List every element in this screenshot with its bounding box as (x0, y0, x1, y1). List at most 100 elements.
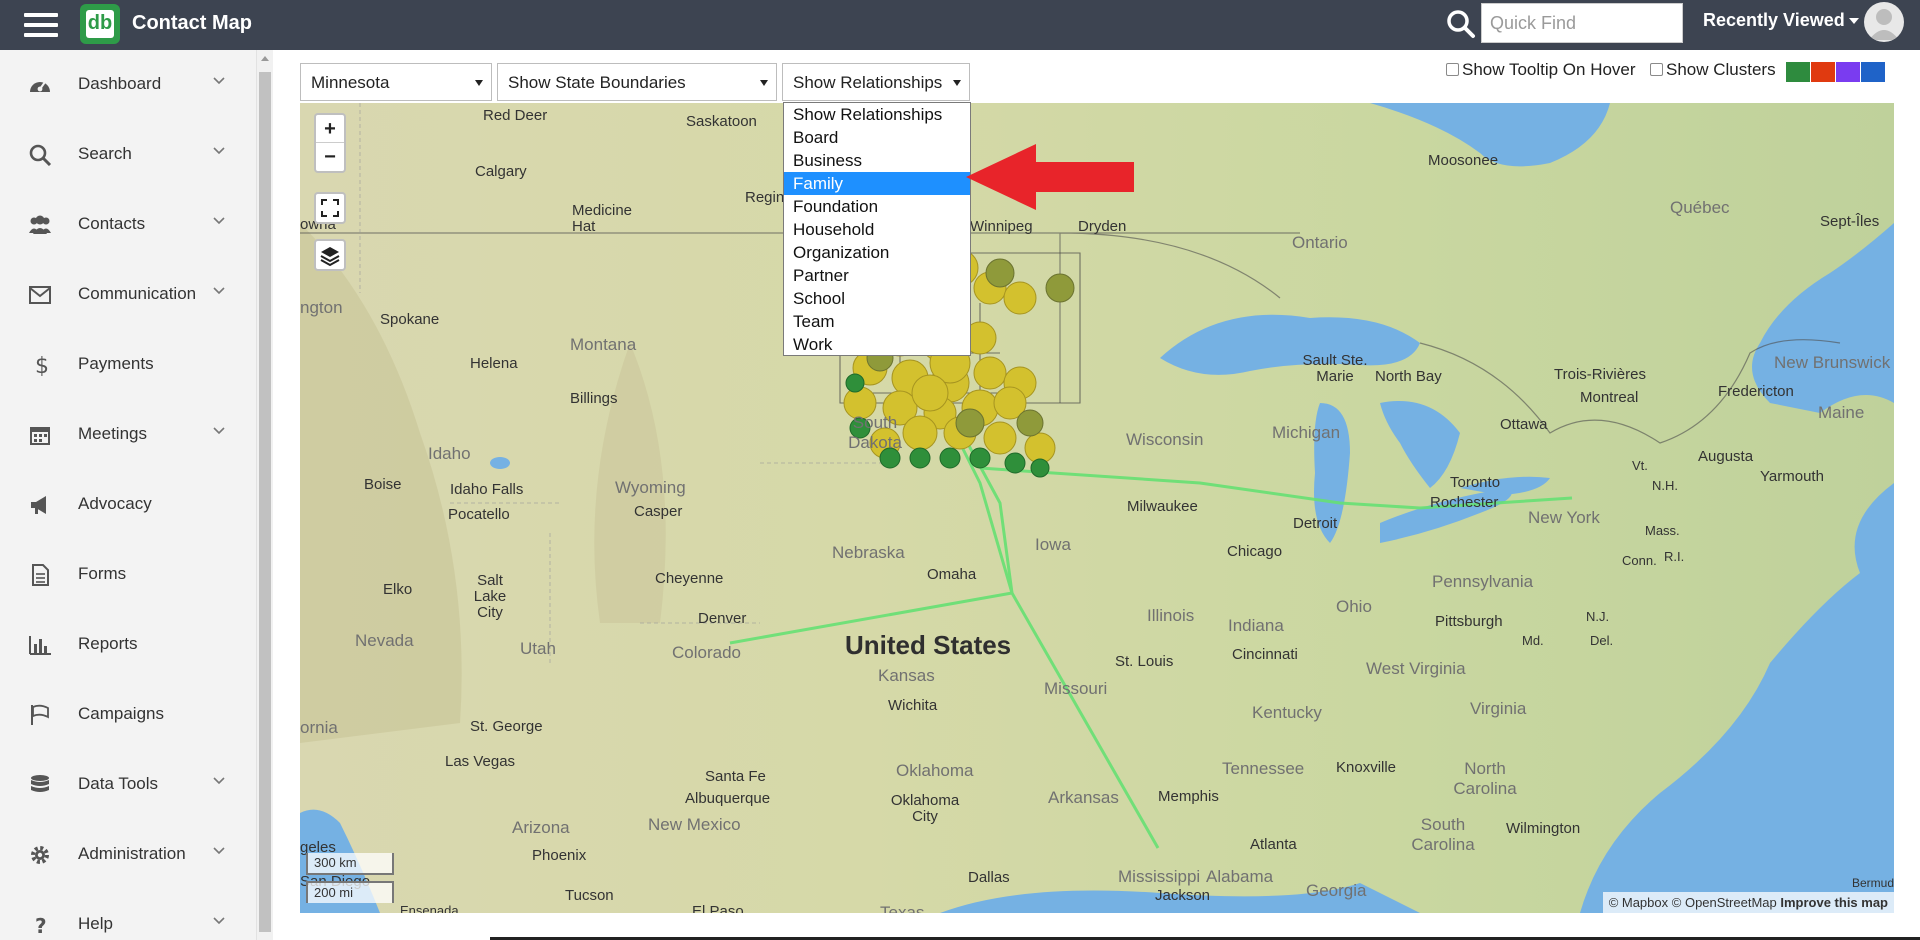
sidebar-item-contacts[interactable]: Contacts (0, 194, 240, 254)
attribution-mapbox-link[interactable]: © Mapbox (1609, 895, 1668, 910)
search-icon (29, 144, 52, 166)
sidebar-item-search[interactable]: Search (0, 124, 240, 184)
dropdown-option-school[interactable]: School (784, 287, 970, 310)
hamburger-menu-icon[interactable] (24, 13, 58, 37)
map-label-georgia: Georgia (1306, 881, 1367, 900)
map-label-pittsburgh: Pittsburgh (1435, 613, 1503, 630)
chevron-down-icon (213, 217, 225, 225)
map-label-wilmington: Wilmington (1506, 820, 1581, 837)
chevron-down-icon (213, 147, 225, 155)
map-label-spokane: Spokane (380, 311, 440, 328)
sidebar-item-data-tools[interactable]: Data Tools (0, 754, 240, 814)
dropdown-option-show-relationships[interactable]: Show Relationships (784, 103, 970, 126)
zoom-out-button[interactable]: − (316, 143, 344, 171)
map-label-sault-ste-marie: Sault Ste. Marie (1302, 352, 1368, 385)
attribution-osm-link[interactable]: © OpenStreetMap (1672, 895, 1777, 910)
map-label-omaha: Omaha (927, 566, 977, 583)
scroll-up-arrow-icon[interactable] (261, 56, 269, 61)
sidebar-item-label: Data Tools (78, 774, 159, 793)
map-label-new-hampshire: N.H. (1652, 478, 1678, 493)
state-select[interactable]: Minnesota (300, 63, 492, 101)
cluster-color-swatch-blue[interactable] (1861, 62, 1885, 82)
sidebar-item-administration[interactable]: Administration (0, 824, 240, 884)
improve-map-link[interactable]: Improve this map (1780, 895, 1888, 910)
dropdown-option-family[interactable]: Family (784, 172, 970, 195)
map-label-new-jersey: N.J. (1586, 609, 1610, 624)
sidebar: Dashboard Search Contacts Communication … (0, 50, 256, 940)
map-label-memphis: Memphis (1158, 788, 1219, 805)
recently-viewed-dropdown[interactable]: Recently Viewed (1703, 10, 1859, 31)
map-label-dallas: Dallas (968, 869, 1010, 886)
map-label-st-louis: St. Louis (1115, 653, 1174, 670)
fullscreen-icon[interactable] (316, 194, 344, 222)
fullscreen-control (314, 192, 346, 224)
svg-text:$: $ (35, 354, 49, 376)
map-label-nevada: Nevada (355, 631, 414, 650)
dropdown-option-partner[interactable]: Partner (784, 264, 970, 287)
sidebar-item-label: Contacts (78, 214, 146, 233)
clusters-checkbox-label: Show Clusters (1666, 60, 1776, 79)
dropdown-option-organization[interactable]: Organization (784, 241, 970, 264)
dropdown-option-board[interactable]: Board (784, 126, 970, 149)
sidebar-item-campaigns[interactable]: Campaigns (0, 684, 240, 744)
clusters-checkbox[interactable] (1650, 63, 1663, 76)
map-label-boise: Boise (364, 476, 402, 493)
map-label-colorado: Colorado (672, 643, 741, 662)
megaphone-icon (31, 496, 46, 514)
chevron-down-icon (213, 847, 225, 855)
cluster-color-swatch-red[interactable] (1811, 62, 1835, 82)
sidebar-item-advocacy[interactable]: Advocacy (0, 474, 240, 534)
map-label-kansas: Kansas (878, 666, 935, 685)
map-label-winnipeg: Winnipeg (970, 218, 1033, 235)
sidebar-item-payments[interactable]: $ Payments (0, 334, 240, 394)
relationships-select[interactable]: Show Relationships (782, 63, 970, 101)
map-label-connecticut: Conn. (1622, 553, 1657, 568)
sidebar-item-meetings[interactable]: Meetings (0, 404, 240, 464)
map-label-maine: Maine (1818, 403, 1865, 422)
scrollbar-thumb[interactable] (259, 72, 271, 932)
app-logo[interactable]: db (80, 4, 120, 44)
sidebar-item-label: Dashboard (78, 74, 162, 93)
chevron-down-icon (213, 777, 225, 785)
user-avatar[interactable] (1864, 2, 1904, 42)
sidebar-item-help[interactable]: ? Help (0, 894, 240, 940)
map-label-regina-partial: Regin (745, 189, 785, 206)
map-label-albuquerque: Albuquerque (685, 790, 771, 807)
sidebar-item-dashboard[interactable]: Dashboard (0, 54, 240, 114)
search-icon[interactable] (1442, 6, 1480, 42)
dropdown-option-work[interactable]: Work (784, 333, 970, 356)
gear-icon (31, 846, 49, 864)
show-clusters-toggle[interactable]: Show Clusters (1650, 60, 1776, 80)
boundaries-select-value: Show State Boundaries (508, 73, 686, 92)
sidebar-item-reports[interactable]: Reports (0, 614, 240, 674)
map-label-detroit: Detroit (1293, 515, 1338, 532)
map-label-pocatello: Pocatello (448, 506, 510, 523)
map-label-el-paso: El Paso (692, 903, 744, 913)
sidebar-scrollbar[interactable] (256, 50, 273, 940)
map-label-mississippi: Mississippi (1118, 867, 1201, 886)
dropdown-option-foundation[interactable]: Foundation (784, 195, 970, 218)
cluster-color-swatch-purple[interactable] (1836, 62, 1860, 82)
contact-map[interactable]: Ontario Québec Montana South Dakota Wyom… (300, 103, 1894, 913)
layers-icon[interactable] (316, 241, 344, 269)
dropdown-option-business[interactable]: Business (784, 149, 970, 172)
quick-find-input[interactable] (1481, 3, 1683, 43)
tooltip-checkbox[interactable] (1446, 63, 1459, 76)
map-label-ottawa: Ottawa (1500, 416, 1548, 433)
zoom-in-button[interactable]: + (316, 115, 344, 143)
dropdown-option-household[interactable]: Household (784, 218, 970, 241)
map-label-medicine-hat: Medicine Hat (572, 202, 633, 235)
map-label-oklahoma: Oklahoma (896, 761, 974, 780)
map-label-south-carolina: South Carolina (1411, 815, 1475, 854)
sidebar-item-communication[interactable]: Communication (0, 264, 240, 324)
map-label-helena: Helena (470, 355, 518, 372)
state-select-value: Minnesota (311, 73, 390, 92)
cluster-color-swatch-green[interactable] (1786, 62, 1810, 82)
sidebar-item-forms[interactable]: Forms (0, 544, 240, 604)
page-title: Contact Map (132, 12, 252, 34)
boundaries-select[interactable]: Show State Boundaries (497, 63, 777, 101)
dropdown-option-team[interactable]: Team (784, 310, 970, 333)
tooltip-on-hover-toggle[interactable]: Show Tooltip On Hover (1446, 60, 1636, 80)
map-label-kentucky: Kentucky (1252, 703, 1322, 722)
map-label-indiana: Indiana (1228, 616, 1284, 635)
